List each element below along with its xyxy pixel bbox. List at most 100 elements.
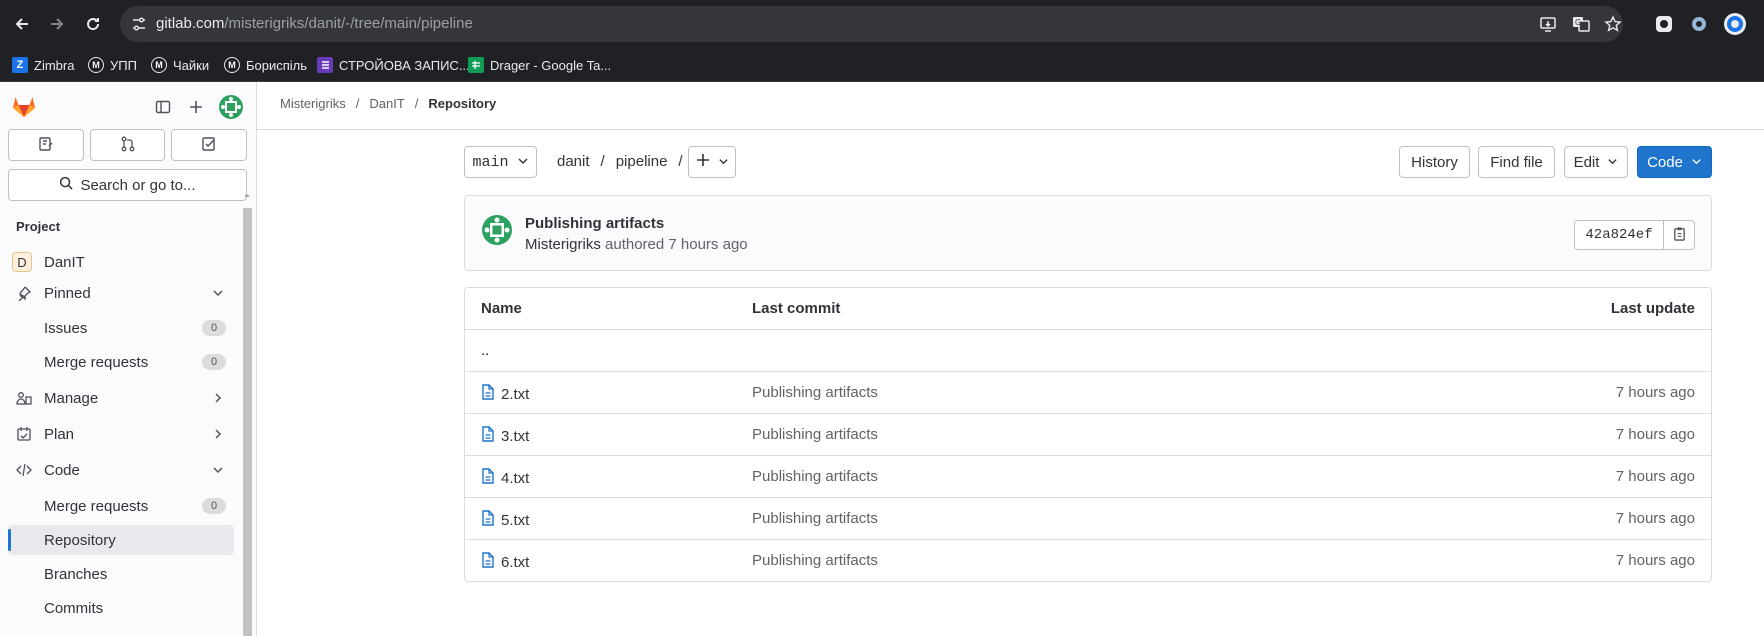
- commit-sha[interactable]: 42a824ef: [1574, 220, 1664, 250]
- svg-text:G: G: [1575, 18, 1581, 27]
- bookmark-star-icon[interactable]: [1604, 15, 1622, 33]
- commit-time: authored 7 hours ago: [605, 236, 748, 253]
- bookmark-chaiky[interactable]: M Чайки: [151, 48, 209, 82]
- add-to-tree-button[interactable]: [688, 146, 736, 178]
- file-tree-table: Name Last commit Last update .. 2.txt Pu…: [464, 287, 1712, 582]
- site-settings-icon[interactable]: [130, 15, 148, 33]
- file-icon: [481, 468, 495, 488]
- chevron-right-icon: [212, 392, 224, 404]
- merge-request-icon: [120, 136, 136, 155]
- commit-author-avatar[interactable]: [481, 214, 513, 246]
- file-link[interactable]: 6.txt: [481, 552, 529, 572]
- commit-title-link[interactable]: Publishing artifacts: [525, 215, 664, 232]
- sidebar-item-repository[interactable]: Repository: [8, 525, 234, 555]
- sidebar-item-plan[interactable]: Plan: [8, 419, 234, 449]
- m-logo-icon: M: [151, 57, 167, 73]
- commit-author-link[interactable]: Misterigriks: [525, 236, 601, 253]
- sidebar-item-commits[interactable]: Commits: [8, 593, 234, 623]
- last-commit-link[interactable]: Publishing artifacts: [752, 468, 878, 485]
- copy-sha-button[interactable]: [1663, 220, 1695, 250]
- last-update-time: 7 hours ago: [1615, 552, 1695, 569]
- browser-toolbar: gitlab.com/misterigriks/danit/-/tree/mai…: [0, 0, 1764, 48]
- sidebar-item-branches[interactable]: Branches: [8, 559, 234, 589]
- file-link[interactable]: 5.txt: [481, 510, 529, 530]
- bookmark-boryspil[interactable]: M Бориспіль: [224, 48, 307, 82]
- forward-icon[interactable]: [45, 12, 69, 36]
- list-icon: [317, 57, 333, 73]
- branch-selector[interactable]: main: [464, 146, 537, 178]
- breadcrumb-project[interactable]: DanIT: [369, 96, 404, 111]
- manage-icon: [16, 390, 32, 406]
- file-path: danit / pipeline /: [557, 153, 683, 170]
- user-avatar-icon[interactable]: [217, 93, 245, 121]
- breadcrumb-user[interactable]: Misterigriks: [280, 96, 346, 111]
- scrollbar-thumb[interactable]: [243, 208, 252, 636]
- project-avatar: D: [12, 252, 32, 272]
- extension-record-icon[interactable]: [1652, 12, 1676, 36]
- last-update-time: 7 hours ago: [1615, 384, 1695, 401]
- sidebar-project-link[interactable]: D DanIT: [8, 247, 234, 277]
- commit-meta: Misterigriks authored 7 hours ago: [525, 236, 748, 253]
- path-segment-pipeline[interactable]: pipeline: [616, 153, 668, 170]
- breadcrumb-current[interactable]: Repository: [428, 96, 496, 111]
- back-icon[interactable]: [10, 12, 34, 36]
- sidebar-toggle-icon[interactable]: [149, 93, 177, 121]
- bookmarks-bar: Z Zimbra M УПП M Чайки M Бориспіль СТРОЙ…: [0, 48, 1764, 82]
- column-header-name: Name: [481, 300, 522, 317]
- sidebar-item-pinned-merge-requests[interactable]: Merge requests 0: [8, 347, 234, 377]
- search-button[interactable]: Search or go to...: [8, 169, 247, 201]
- code-icon: [16, 462, 32, 478]
- parent-directory-row[interactable]: ..: [465, 330, 1711, 372]
- assigned-issues-button[interactable]: [8, 129, 84, 161]
- code-dropdown-button[interactable]: Code: [1637, 146, 1712, 178]
- sidebar-item-merge-requests[interactable]: Merge requests 0: [8, 491, 234, 521]
- url-text[interactable]: gitlab.com/misterigriks/danit/-/tree/mai…: [156, 15, 473, 32]
- last-commit-link[interactable]: Publishing artifacts: [752, 552, 878, 569]
- address-bar[interactable]: gitlab.com/misterigriks/danit/-/tree/mai…: [120, 6, 1623, 42]
- todo-list-button[interactable]: [171, 129, 248, 161]
- merge-requests-button[interactable]: [89, 129, 166, 161]
- history-button[interactable]: History: [1399, 146, 1470, 178]
- count-badge: 0: [202, 354, 226, 370]
- sidebar-scrollbar[interactable]: [241, 188, 253, 636]
- file-link[interactable]: 2.txt: [481, 384, 529, 404]
- table-row: 2.txt Publishing artifacts 7 hours ago: [465, 372, 1711, 414]
- file-link[interactable]: 4.txt: [481, 468, 529, 488]
- sidebar-item-code[interactable]: Code: [8, 455, 234, 485]
- m-logo-icon: M: [224, 57, 240, 73]
- find-file-button[interactable]: Find file: [1478, 146, 1555, 178]
- last-update-time: 7 hours ago: [1615, 468, 1695, 485]
- bookmark-zimbra[interactable]: Z Zimbra: [12, 48, 74, 82]
- sidebar-item-issues[interactable]: Issues 0: [8, 313, 234, 343]
- gitlab-logo-icon[interactable]: [10, 93, 38, 121]
- sidebar-item-manage[interactable]: Manage: [8, 383, 234, 413]
- bookmark-stroiova[interactable]: СТРОЙОВА ЗАПИС...: [317, 48, 470, 82]
- count-badge: 0: [202, 320, 226, 336]
- file-icon: [481, 384, 495, 404]
- last-commit-link[interactable]: Publishing artifacts: [752, 426, 878, 443]
- copy-icon: [1672, 226, 1687, 244]
- reload-icon[interactable]: [81, 12, 105, 36]
- bookmark-drager[interactable]: Drager - Google Ta...: [468, 48, 611, 82]
- install-app-icon[interactable]: [1539, 15, 1557, 33]
- edit-dropdown-button[interactable]: Edit: [1564, 146, 1628, 178]
- parent-directory-link[interactable]: ..: [481, 342, 489, 359]
- table-header: Name Last commit Last update: [465, 288, 1711, 330]
- last-update-time: 7 hours ago: [1615, 510, 1695, 527]
- breadcrumb-separator: /: [414, 96, 419, 111]
- chevron-down-icon: [517, 154, 529, 171]
- last-commit-link[interactable]: Publishing artifacts: [752, 384, 878, 401]
- file-link[interactable]: 3.txt: [481, 426, 529, 446]
- last-commit-link[interactable]: Publishing artifacts: [752, 510, 878, 527]
- sidebar-item-pinned[interactable]: Pinned: [8, 278, 234, 308]
- extension-gear-icon[interactable]: [1687, 12, 1711, 36]
- zimbra-icon: Z: [12, 57, 28, 73]
- sidebar-section-title: Project: [16, 219, 61, 234]
- translate-icon[interactable]: G: [1572, 15, 1590, 33]
- chevron-right-icon: [212, 428, 224, 440]
- table-row: 6.txt Publishing artifacts 7 hours ago: [465, 540, 1711, 581]
- create-new-icon[interactable]: [182, 93, 210, 121]
- path-segment-root[interactable]: danit: [557, 153, 590, 170]
- bookmark-upp[interactable]: M УПП: [88, 48, 137, 82]
- profile-avatar-icon[interactable]: [1723, 12, 1747, 36]
